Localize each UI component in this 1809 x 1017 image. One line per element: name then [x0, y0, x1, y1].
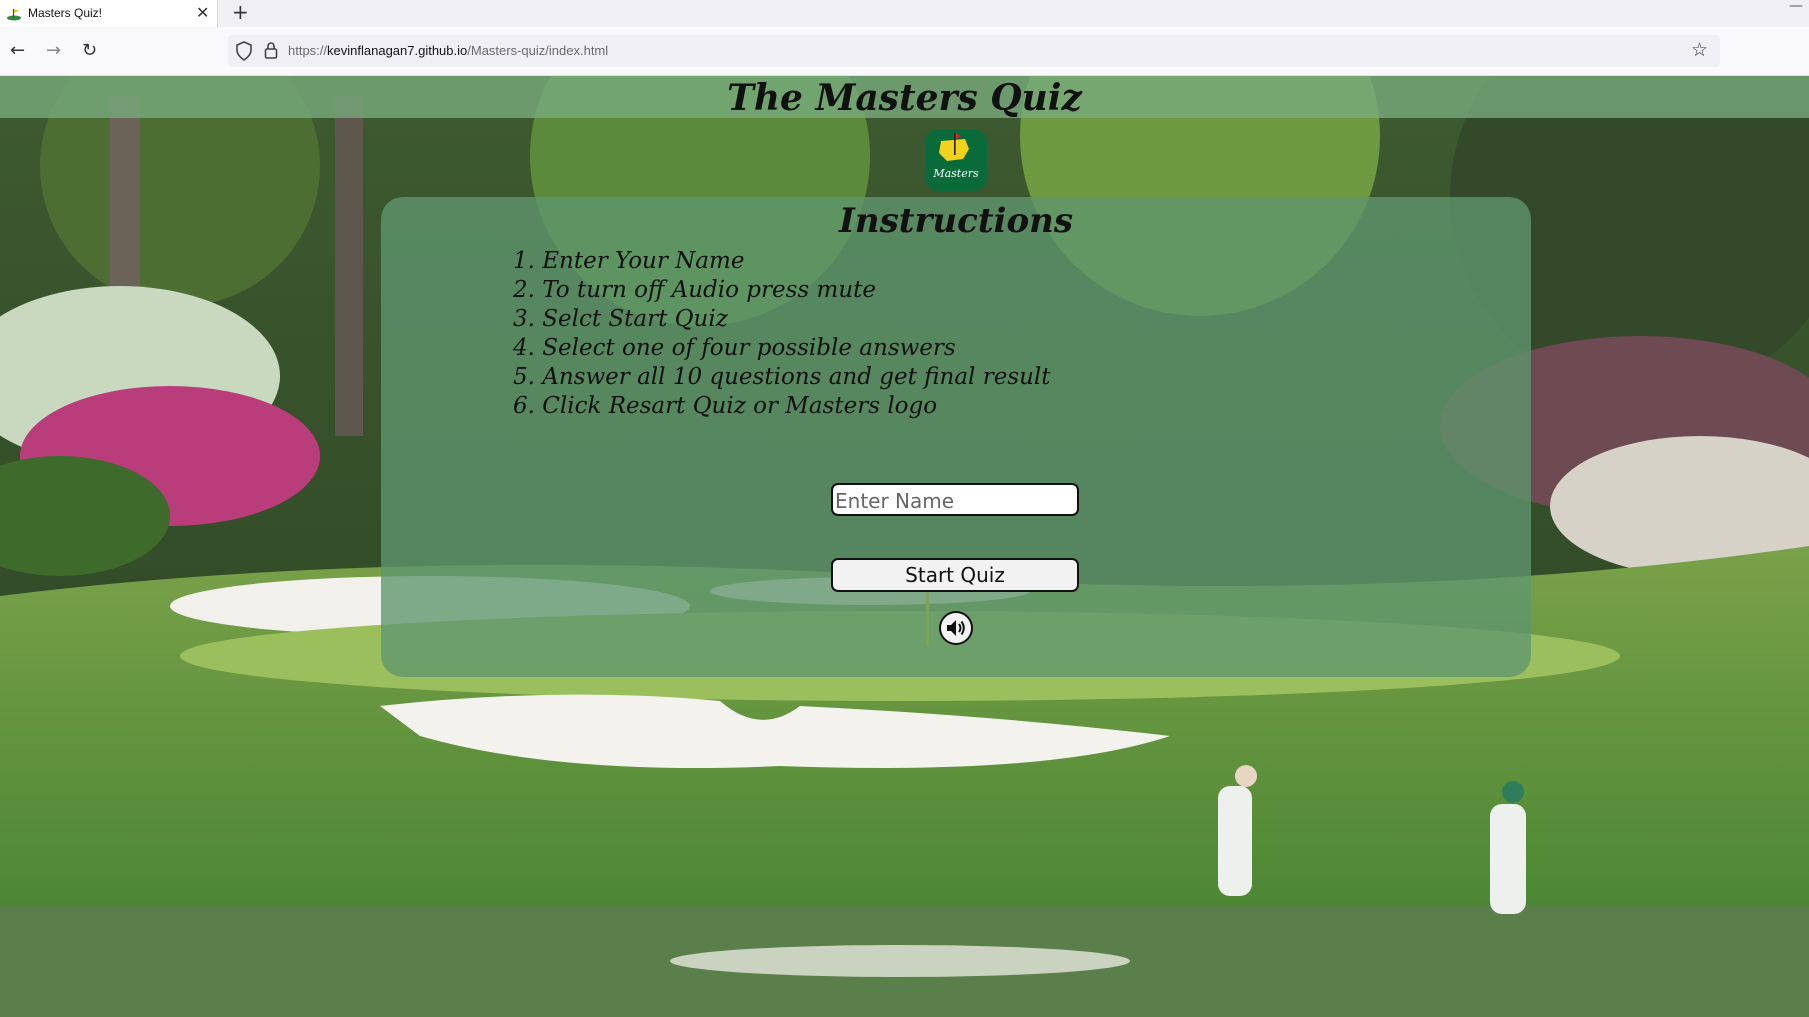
instructions-title: Instructions [839, 201, 1073, 241]
url-bar[interactable]: https://kevinflanagan7.github.io/Masters… [228, 35, 1720, 67]
logo-text: Masters [933, 167, 979, 180]
lock-icon[interactable] [264, 41, 278, 59]
instructions-panel: Instructions 1. Enter Your Name 2. To tu… [381, 197, 1531, 677]
tab-bar: Masters Quiz! ✕ + — [0, 0, 1809, 27]
instruction-step: 6. Click Resart Quiz or Masters logo [513, 393, 938, 419]
tab-close-icon[interactable]: ✕ [196, 3, 209, 22]
navigation-bar: ← → ↻ https://kevinflanagan7.github.io/M… [0, 27, 1809, 76]
browser-tab[interactable]: Masters Quiz! ✕ [0, 0, 218, 27]
page-viewport: The Masters Quiz Masters Instructions 1.… [0, 76, 1809, 1017]
reload-icon[interactable]: ↻ [82, 40, 97, 61]
instruction-step: 4. Select one of four possible answers [513, 335, 956, 361]
page-title: The Masters Quiz [727, 77, 1082, 119]
masters-logo[interactable]: Masters [925, 129, 987, 191]
instruction-step: 5. Answer all 10 questions and get final… [513, 364, 1051, 390]
instructions-list: 1. Enter Your Name 2. To turn off Audio … [513, 247, 1051, 421]
start-quiz-button[interactable]: Start Quiz [831, 558, 1079, 592]
url-prefix: https:// [288, 43, 328, 58]
shield-icon[interactable] [236, 41, 252, 61]
back-icon[interactable]: ← [10, 40, 25, 61]
name-input[interactable] [831, 483, 1079, 516]
masters-favicon-icon [7, 9, 21, 21]
url-host: kevinflanagan7.github.io [327, 43, 468, 58]
masters-map-flag-icon [939, 133, 969, 161]
minimize-icon[interactable]: — [1789, 0, 1803, 14]
forward-icon[interactable]: → [46, 40, 61, 61]
url-text[interactable]: https://kevinflanagan7.github.io/Masters… [288, 43, 608, 58]
instruction-step: 1. Enter Your Name [513, 248, 745, 274]
speaker-icon [947, 620, 965, 636]
new-tab-button[interactable]: + [232, 0, 249, 24]
audio-mute-button[interactable] [939, 611, 973, 645]
tab-title: Masters Quiz! [28, 6, 103, 20]
instruction-step: 2. To turn off Audio press mute [513, 277, 876, 303]
url-path: /Masters-quiz/index.html [467, 43, 609, 58]
instruction-step: 3. Selct Start Quiz [513, 306, 728, 332]
bookmark-star-icon[interactable]: ☆ [1691, 39, 1708, 61]
